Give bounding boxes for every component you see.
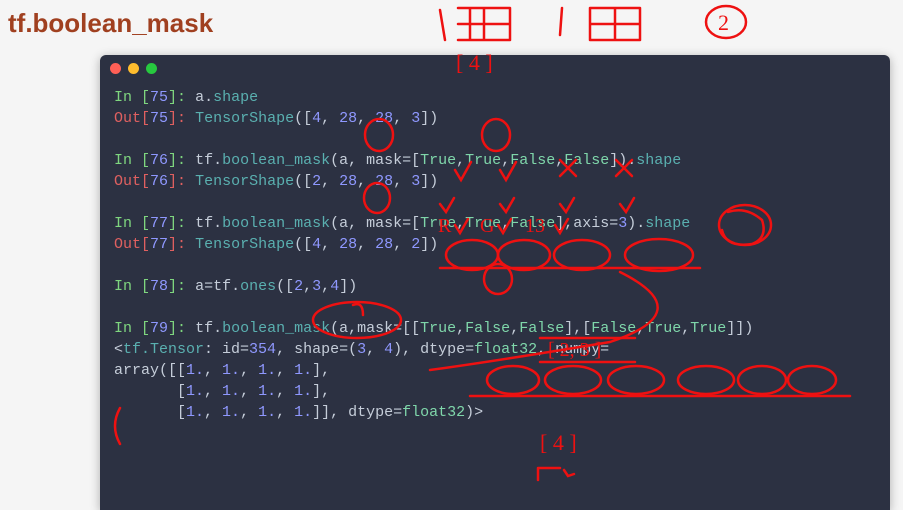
terminal-body[interactable]: In [75]: a.shape Out[75]: TensorShape([4… bbox=[100, 81, 890, 429]
page-title: tf.boolean_mask bbox=[0, 0, 903, 43]
terminal-window: In [75]: a.shape Out[75]: TensorShape([4… bbox=[100, 55, 890, 510]
minimize-icon[interactable] bbox=[128, 63, 139, 74]
window-titlebar bbox=[100, 55, 890, 81]
close-icon[interactable] bbox=[110, 63, 121, 74]
maximize-icon[interactable] bbox=[146, 63, 157, 74]
